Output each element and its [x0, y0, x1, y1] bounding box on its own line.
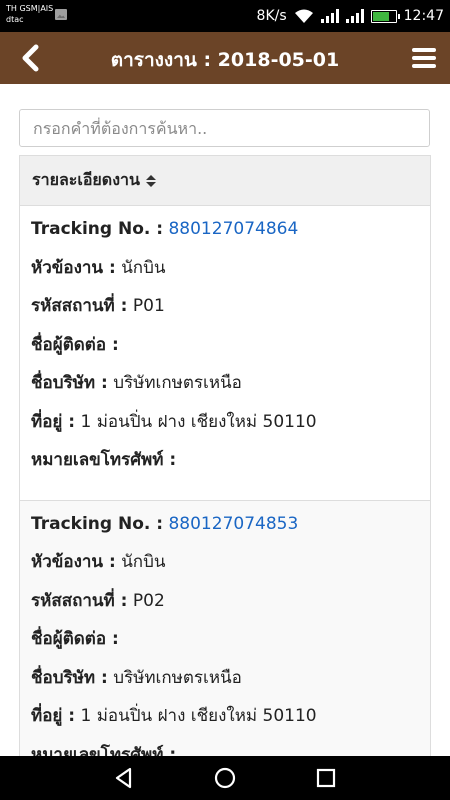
- location-code-value: P01: [132, 296, 165, 316]
- contact-label: ชื่อผู้ติดต่อ :: [31, 334, 119, 355]
- hamburger-menu-icon-bar: [412, 56, 436, 60]
- main-content[interactable]: รายละเอียดงาน Tracking No. : 88012707486…: [0, 84, 450, 756]
- topic-field: หัวข้องาน : นักบิน: [31, 255, 418, 294]
- topic-value: นักบิน: [121, 552, 166, 572]
- location-code-field: รหัสสถานที่ : P02: [31, 588, 418, 627]
- carrier-secondary: dtac: [6, 15, 24, 24]
- table-row[interactable]: Tracking No. : 880127074864 หัวข้องาน : …: [20, 206, 430, 501]
- gallery-notification-icon: [55, 9, 67, 20]
- company-value: บริษัทเกษตรเหนือ: [113, 667, 242, 688]
- carrier-info: TH GSM|AIS dtac: [6, 4, 53, 24]
- location-code-label: รหัสสถานที่ :: [31, 296, 128, 316]
- address-label: ที่อยู่ :: [31, 411, 76, 432]
- address-field: ที่อยู่ : 1 ม่อนปิ่น ฝาง เชียงใหม่ 50110: [31, 409, 418, 448]
- hamburger-menu-icon-bar: [412, 48, 436, 52]
- page-title: ตารางงาน : 2018-05-01: [110, 49, 340, 71]
- contact-field: ชื่อผู้ติดต่อ :: [31, 626, 418, 665]
- company-field: ชื่อบริษัท : บริษัทเกษตรเหนือ: [31, 370, 418, 409]
- table-row[interactable]: Tracking No. : 880127074853 หัวข้องาน : …: [20, 500, 430, 757]
- battery-charging-icon: [370, 9, 400, 23]
- tracking-field: Tracking No. : 880127074853: [31, 511, 418, 550]
- network-speed: 8K/s: [256, 8, 287, 24]
- location-code-value: P02: [132, 590, 165, 611]
- contact-label: ชื่อผู้ติดต่อ :: [31, 629, 119, 649]
- status-clock: 12:47: [403, 8, 444, 24]
- system-nav-bar: [0, 756, 450, 800]
- signal-strength-icon-2: [345, 9, 364, 23]
- sort-icon: [145, 174, 156, 187]
- topic-label: หัวข้องาน :: [31, 552, 116, 572]
- address-value: 1 ม่อนปิ่น ฝาง เชียงใหม่ 50110: [80, 706, 317, 726]
- contact-field: ชื่อผู้ติดต่อ :: [31, 332, 418, 371]
- tracking-field: Tracking No. : 880127074864: [31, 216, 418, 255]
- status-indicators: 8K/s 12:47: [257, 6, 444, 26]
- triangle-back-icon[interactable]: [110, 764, 138, 792]
- search-input[interactable]: [19, 109, 430, 147]
- square-recent-icon[interactable]: [312, 764, 340, 792]
- signal-strength-icon: [320, 9, 339, 23]
- address-field: ที่อยู่ : 1 ม่อนปิ่น ฝาง เชียงใหม่ 50110: [31, 703, 418, 742]
- company-field: ชื่อบริษัท : บริษัทเกษตรเหนือ: [31, 665, 418, 704]
- tracking-label: Tracking No. :: [31, 219, 164, 239]
- carrier-name: TH GSM|AIS: [6, 4, 54, 13]
- topic-field: หัวข้องาน : นักบิน: [31, 549, 418, 588]
- column-header-label: รายละเอียดงาน: [32, 170, 140, 189]
- company-value: บริษัทเกษตรเหนือ: [113, 373, 242, 393]
- status-bar: TH GSM|AIS dtac 8K/s 12:47: [0, 0, 450, 32]
- circle-home-icon[interactable]: [211, 764, 239, 792]
- wifi-icon: [294, 9, 313, 23]
- menu-button[interactable]: [406, 40, 442, 76]
- hamburger-menu-icon-bar: [412, 64, 436, 68]
- phone-label: หมายเลขโทรศัพท์ :: [31, 744, 177, 757]
- location-code-label: รหัสสถานที่ :: [31, 590, 128, 611]
- topic-value: นักบิน: [121, 257, 166, 278]
- phone-field: หมายเลขโทรศัพท์ :: [31, 742, 418, 757]
- job-table: รายละเอียดงาน Tracking No. : 88012707486…: [19, 155, 431, 756]
- company-label: ชื่อบริษัท :: [31, 373, 108, 393]
- topic-label: หัวข้องาน :: [31, 257, 116, 278]
- column-header-job-details[interactable]: รายละเอียดงาน: [20, 156, 430, 206]
- phone-field: หมายเลขโทรศัพท์ :: [31, 447, 418, 486]
- tracking-link[interactable]: 880127074853: [168, 514, 298, 534]
- app-header: ตารางงาน : 2018-05-01: [0, 32, 450, 84]
- location-code-field: รหัสสถานที่ : P01: [31, 293, 418, 332]
- tracking-link[interactable]: 880127074864: [168, 219, 298, 239]
- tracking-label: Tracking No. :: [31, 513, 164, 534]
- company-label: ชื่อบริษัท :: [31, 667, 108, 688]
- address-value: 1 ม่อนปิ่น ฝาง เชียงใหม่ 50110: [80, 411, 317, 432]
- address-label: ที่อยู่ :: [31, 706, 76, 726]
- phone-label: หมายเลขโทรศัพท์ :: [31, 450, 177, 470]
